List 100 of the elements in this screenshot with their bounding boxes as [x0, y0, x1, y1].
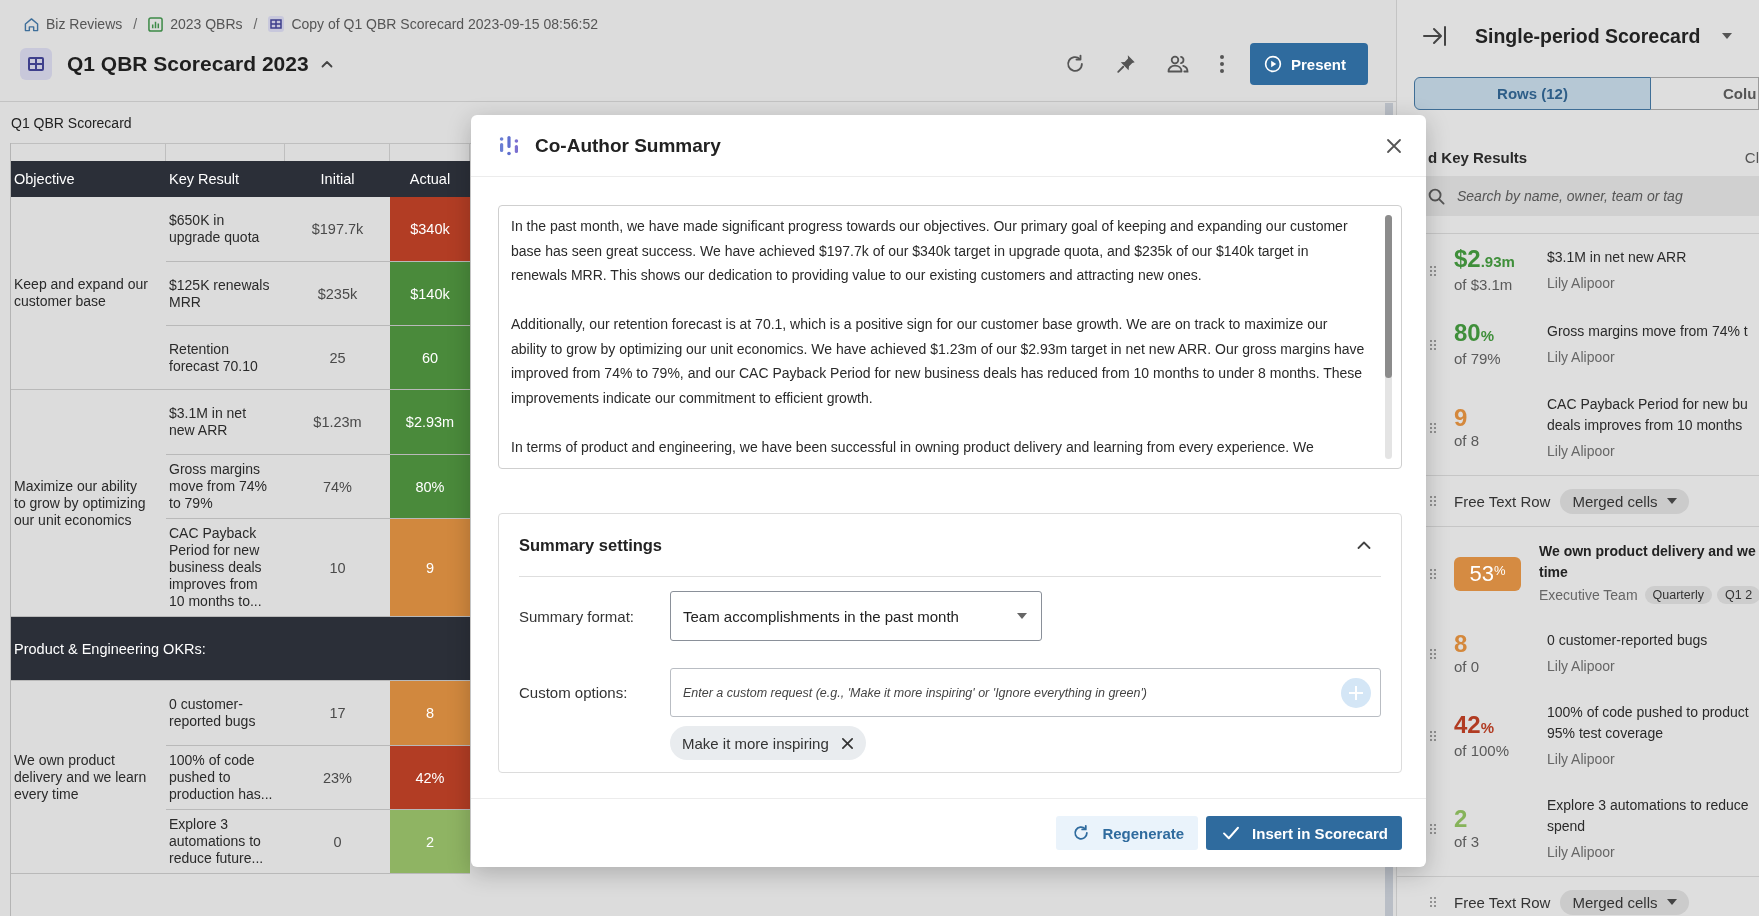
check-icon — [1222, 826, 1241, 840]
summary-text-area[interactable] — [498, 205, 1402, 469]
actual-value-cell: 9 — [390, 519, 470, 616]
key-result-cell-text: $125K renewals MRR — [168, 275, 271, 312]
key-result-cell-text: $650K in upgrade quota — [168, 211, 261, 247]
tab[interactable]: Rows (12) — [1414, 77, 1651, 110]
progress-value: 8 — [1454, 630, 1469, 657]
key-result-cell-text: Retention forecast 70.10 — [168, 339, 259, 376]
actual-value-cell: 80% — [390, 455, 470, 518]
breadcrumb-link[interactable]: Copy of Q1 QBR Scorecard 2023-09-15 08:56:52 — [291, 16, 599, 32]
scrollbar-thumb[interactable] — [1385, 215, 1392, 378]
key-result-cell-text: 0 customer-reported bugs — [168, 695, 257, 731]
key-result-name: Gross margins move from 74% t — [1547, 322, 1749, 341]
table-icon — [20, 48, 52, 80]
settings-title: Summary settings — [519, 535, 663, 555]
drag-handle-icon[interactable] — [1430, 897, 1436, 907]
owner-name: Lily Alipoor — [1547, 348, 1616, 367]
tab[interactable]: Colu — [1651, 77, 1759, 110]
actual-value-cell: 60 — [390, 326, 470, 389]
owner-name: Lily Alipoor — [1547, 750, 1616, 769]
plus-icon[interactable] — [1341, 677, 1371, 708]
row-type-label: Free Text Row — [1454, 893, 1551, 911]
drag-handle-icon[interactable] — [1430, 423, 1436, 433]
tag-chip: Q1 2 — [1717, 586, 1759, 604]
pin-icon[interactable] — [1114, 53, 1137, 75]
section-link[interactable]: Cl — [1744, 148, 1759, 166]
breadcrumb-link[interactable]: 2023 QBRs — [170, 16, 243, 32]
progress-value: $2.93m — [1454, 246, 1516, 274]
initial-value-cell-text: $1.23m — [312, 413, 363, 432]
home-icon — [24, 16, 39, 32]
breadcrumb-separator: / — [253, 16, 258, 32]
insert-button[interactable]: Insert in Scorecard — [1206, 816, 1402, 850]
breadcrumb-separator: / — [133, 16, 138, 32]
drag-handle-icon[interactable] — [1430, 731, 1436, 741]
play-circle-icon — [1263, 55, 1282, 73]
actual-value-cell: $140k — [390, 262, 470, 325]
objective-title: We own product delivery and we time — [1539, 542, 1757, 582]
summary-paragraph: In terms of product and engineering, we have been successful in owning product delivery and learning from every experience. We — [511, 437, 1315, 457]
actual-value-cell: 8 — [390, 681, 470, 745]
breadcrumb-link[interactable]: Biz Reviews — [46, 16, 123, 32]
key-result-cell-text: 100% of code pushed to production has... — [168, 751, 274, 804]
target-value: of 79% — [1454, 349, 1502, 369]
initial-value-cell-text: 0 — [332, 832, 343, 852]
key-result-name: 100% of code pushed to product 95% test coverage — [1547, 703, 1750, 743]
caret-down-icon — [1667, 899, 1678, 905]
row-type-label: Free Text Row — [1454, 492, 1551, 510]
key-result-cell-text: Gross margins move from 74% to 79% — [168, 460, 269, 513]
progress-badge: 53% — [1454, 556, 1521, 591]
key-result-cell-text: $3.1M in net new ARR — [168, 404, 248, 440]
actual-value-cell: 2 — [390, 810, 470, 873]
actual-value-cell: $340k — [390, 197, 470, 261]
initial-value-cell-text: 10 — [328, 558, 347, 578]
key-result-name: Explore 3 automations to reduce spend — [1547, 796, 1750, 836]
key-result-name: $3.1M in net new ARR — [1547, 248, 1688, 267]
actual-value-cell: 42% — [390, 746, 470, 809]
drag-handle-icon[interactable] — [1430, 339, 1436, 350]
objective-cell-text: We own product delivery and we learn every time — [13, 750, 148, 804]
chevron-up-icon[interactable] — [1357, 541, 1371, 549]
target-value: of 0 — [1454, 656, 1481, 677]
caret-down-icon — [1017, 613, 1027, 619]
key-result-cell-text: CAC Payback Period for new business deals improves from 10 months to... — [168, 524, 263, 611]
summary-paragraph: In the past month, we have made significant progress towards our objectives. Our primary goal of keeping and expanding our customer base has seen great success. We have achieved $197.7k of our $340k target in upgrade quota, and $235k of our $140k target in renewals MRR. This shows our dedication to providing value to our existing customers and attracting new ones. — [511, 217, 1349, 285]
panel-title: Single-period Scorecard — [1475, 24, 1701, 48]
progress-value: 9 — [1454, 405, 1469, 431]
arrow-right-bar-icon[interactable] — [1423, 25, 1447, 47]
drag-handle-icon[interactable] — [1430, 496, 1436, 506]
search-icon — [1428, 187, 1445, 205]
initial-value-cell-text: 74% — [322, 477, 353, 497]
option-chip[interactable]: Make it more inspiring — [670, 726, 866, 760]
caret-down-icon — [1667, 498, 1678, 504]
key-result-name: 0 customer-reported bugs — [1547, 631, 1709, 650]
merged-cells-dropdown[interactable]: Merged cells — [1560, 488, 1690, 514]
column-header: Objective — [13, 170, 76, 189]
format-dropdown[interactable]: Team accomplishments in the past month — [670, 591, 1042, 641]
owner-name: Lily Alipoor — [1547, 843, 1616, 862]
actual-value-cell: $2.93m — [390, 390, 470, 454]
column-header: Initial — [319, 170, 356, 189]
field-label: Custom options: — [519, 684, 629, 701]
close-icon[interactable] — [840, 736, 854, 750]
drag-handle-icon[interactable] — [1430, 568, 1436, 579]
drag-handle-icon[interactable] — [1430, 265, 1436, 276]
merged-cells-dropdown[interactable]: Merged cells — [1560, 889, 1690, 915]
drag-handle-icon[interactable] — [1430, 824, 1436, 834]
owner-name: Lily Alipoor — [1547, 274, 1616, 293]
bars-dots-icon — [499, 133, 519, 158]
close-icon[interactable] — [1386, 137, 1402, 154]
team-name: Executive Team — [1539, 587, 1638, 603]
more-icon[interactable] — [1218, 54, 1225, 74]
refresh-icon — [1072, 824, 1091, 842]
initial-value-cell-text: 17 — [328, 704, 347, 723]
owner-name: Lily Alipoor — [1547, 442, 1616, 461]
present-button[interactable]: Present — [1249, 43, 1368, 85]
regenerate-button[interactable]: Regenerate — [1056, 816, 1199, 850]
custom-request-field[interactable]: Enter a custom request (e.g., 'Make it more inspiring' or 'Ignore everything in green') — [670, 668, 1381, 717]
people-icon[interactable] — [1165, 53, 1190, 75]
chevron-up-icon[interactable] — [320, 60, 333, 68]
key-result-name: CAC Payback Period for new bu deals improves from 10 months — [1547, 395, 1749, 435]
column-header: Key Result — [168, 170, 241, 189]
drag-handle-icon[interactable] — [1430, 648, 1436, 659]
initial-value-cell-text: 25 — [328, 348, 347, 368]
